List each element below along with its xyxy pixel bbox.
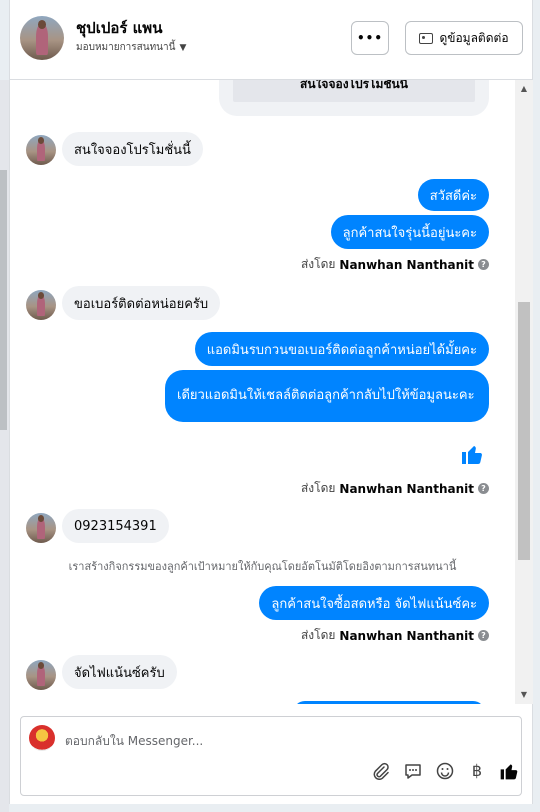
conversation-panel: ชุปเปอร์ แพน มอบหมายการสนทนานี้ ▼ ••• ดู… bbox=[9, 0, 533, 804]
like-icon bbox=[462, 446, 482, 464]
sent-by-label: ส่งโดย Nanwhan Nanthanit ? bbox=[301, 626, 489, 645]
message-outgoing: ลูกค้าสนใจรุ่นนี้อยู่นะคะ bbox=[330, 215, 489, 249]
sent-by-name: Nanwhan Nanthanit bbox=[339, 257, 474, 272]
message-outgoing: เดียวแอดมินให้เชลล์ติดต่อลูกค้ากลับไปให้… bbox=[165, 370, 489, 422]
sent-by-name: Nanwhan Nanthanit bbox=[339, 628, 474, 643]
scroll-up-arrow[interactable]: ▲ bbox=[515, 82, 533, 96]
more-options-button[interactable]: ••• bbox=[351, 21, 389, 55]
sent-by-label: ส่งโดย Nanwhan Nanthanit ? bbox=[301, 255, 489, 274]
message-incoming: จัดไฟแน้นซ์ครับ bbox=[62, 655, 177, 689]
thread-scrollbar-thumb[interactable] bbox=[518, 302, 530, 560]
page-avatar bbox=[29, 725, 55, 751]
contact-card-icon bbox=[419, 32, 434, 44]
sender-avatar bbox=[26, 660, 56, 690]
left-scrollbar-thumb[interactable] bbox=[0, 170, 7, 430]
message-thread: สนใจจองโปรโมชั่นนี้ สนใจจองโปรโมชั่นนี้ … bbox=[10, 80, 515, 704]
thread-scrollbar[interactable]: ▲ ▼ bbox=[515, 80, 533, 704]
message-incoming: 0923154391 bbox=[62, 509, 169, 543]
sent-by-prefix: ส่งโดย bbox=[300, 628, 336, 642]
quick-reply-icon[interactable] bbox=[403, 761, 423, 781]
promo-card: สนใจจองโปรโมชั่นนี้ bbox=[219, 80, 489, 116]
reply-input[interactable]: ตอบกลับใน Messenger... bbox=[65, 732, 203, 751]
help-icon[interactable]: ? bbox=[478, 259, 489, 270]
message-incoming: สนใจจองโปรโมชั่นนี้ bbox=[62, 132, 203, 166]
message-outgoing-partial bbox=[293, 701, 485, 704]
message-outgoing: ลูกค้าสนใจซื้อสดหรือ จัดไฟแน้นซ์คะ bbox=[259, 586, 489, 620]
sender-avatar bbox=[26, 513, 56, 543]
sent-by-prefix: ส่งโดย bbox=[300, 481, 336, 495]
attach-icon[interactable] bbox=[371, 761, 391, 781]
scroll-down-arrow[interactable]: ▼ bbox=[515, 688, 533, 702]
help-icon[interactable]: ? bbox=[478, 630, 489, 641]
assign-label: มอบหมายการสนทนานี้ bbox=[76, 42, 176, 53]
sender-avatar bbox=[26, 135, 56, 165]
assign-conversation-dropdown[interactable]: มอบหมายการสนทนานี้ ▼ bbox=[76, 40, 186, 55]
message-outgoing: สวัสดีค่ะ bbox=[417, 179, 489, 211]
caret-down-icon: ▼ bbox=[179, 42, 187, 53]
conversation-header: ชุปเปอร์ แพน มอบหมายการสนทนานี้ ▼ ••• ดู… bbox=[10, 0, 532, 80]
message-outgoing: แอดมินรบกวนขอเบอร์ติดต่อลูกค้าหน่อยได้มั… bbox=[194, 332, 489, 366]
activity-note: เราสร้างกิจกรรมของลูกค้าเป้าหมายให้กับคุ… bbox=[68, 560, 457, 573]
help-icon[interactable]: ? bbox=[478, 483, 489, 494]
contact-name[interactable]: ชุปเปอร์ แพน bbox=[76, 16, 162, 40]
sent-by-label: ส่งโดย Nanwhan Nanthanit ? bbox=[301, 479, 489, 498]
sent-by-prefix: ส่งโดย bbox=[300, 257, 336, 271]
view-contact-button[interactable]: ดูข้อมูลติดต่อ bbox=[405, 21, 523, 55]
left-panel-scrollbar[interactable] bbox=[0, 80, 9, 812]
view-contact-label: ดูข้อมูลติดต่อ bbox=[439, 30, 509, 45]
sender-avatar bbox=[26, 290, 56, 320]
contact-avatar[interactable] bbox=[20, 16, 64, 60]
emoji-icon[interactable] bbox=[435, 761, 455, 781]
message-incoming: ขอเบอร์ติดต่อหน่อยครับ bbox=[62, 286, 221, 320]
sent-by-name: Nanwhan Nanthanit bbox=[339, 481, 474, 496]
reply-composer[interactable]: ตอบกลับใน Messenger... ฿ bbox=[20, 716, 522, 796]
promo-card-button[interactable]: สนใจจองโปรโมชั่นนี้ bbox=[233, 80, 475, 102]
currency-icon[interactable]: ฿ bbox=[467, 761, 487, 781]
like-icon[interactable] bbox=[499, 761, 519, 781]
